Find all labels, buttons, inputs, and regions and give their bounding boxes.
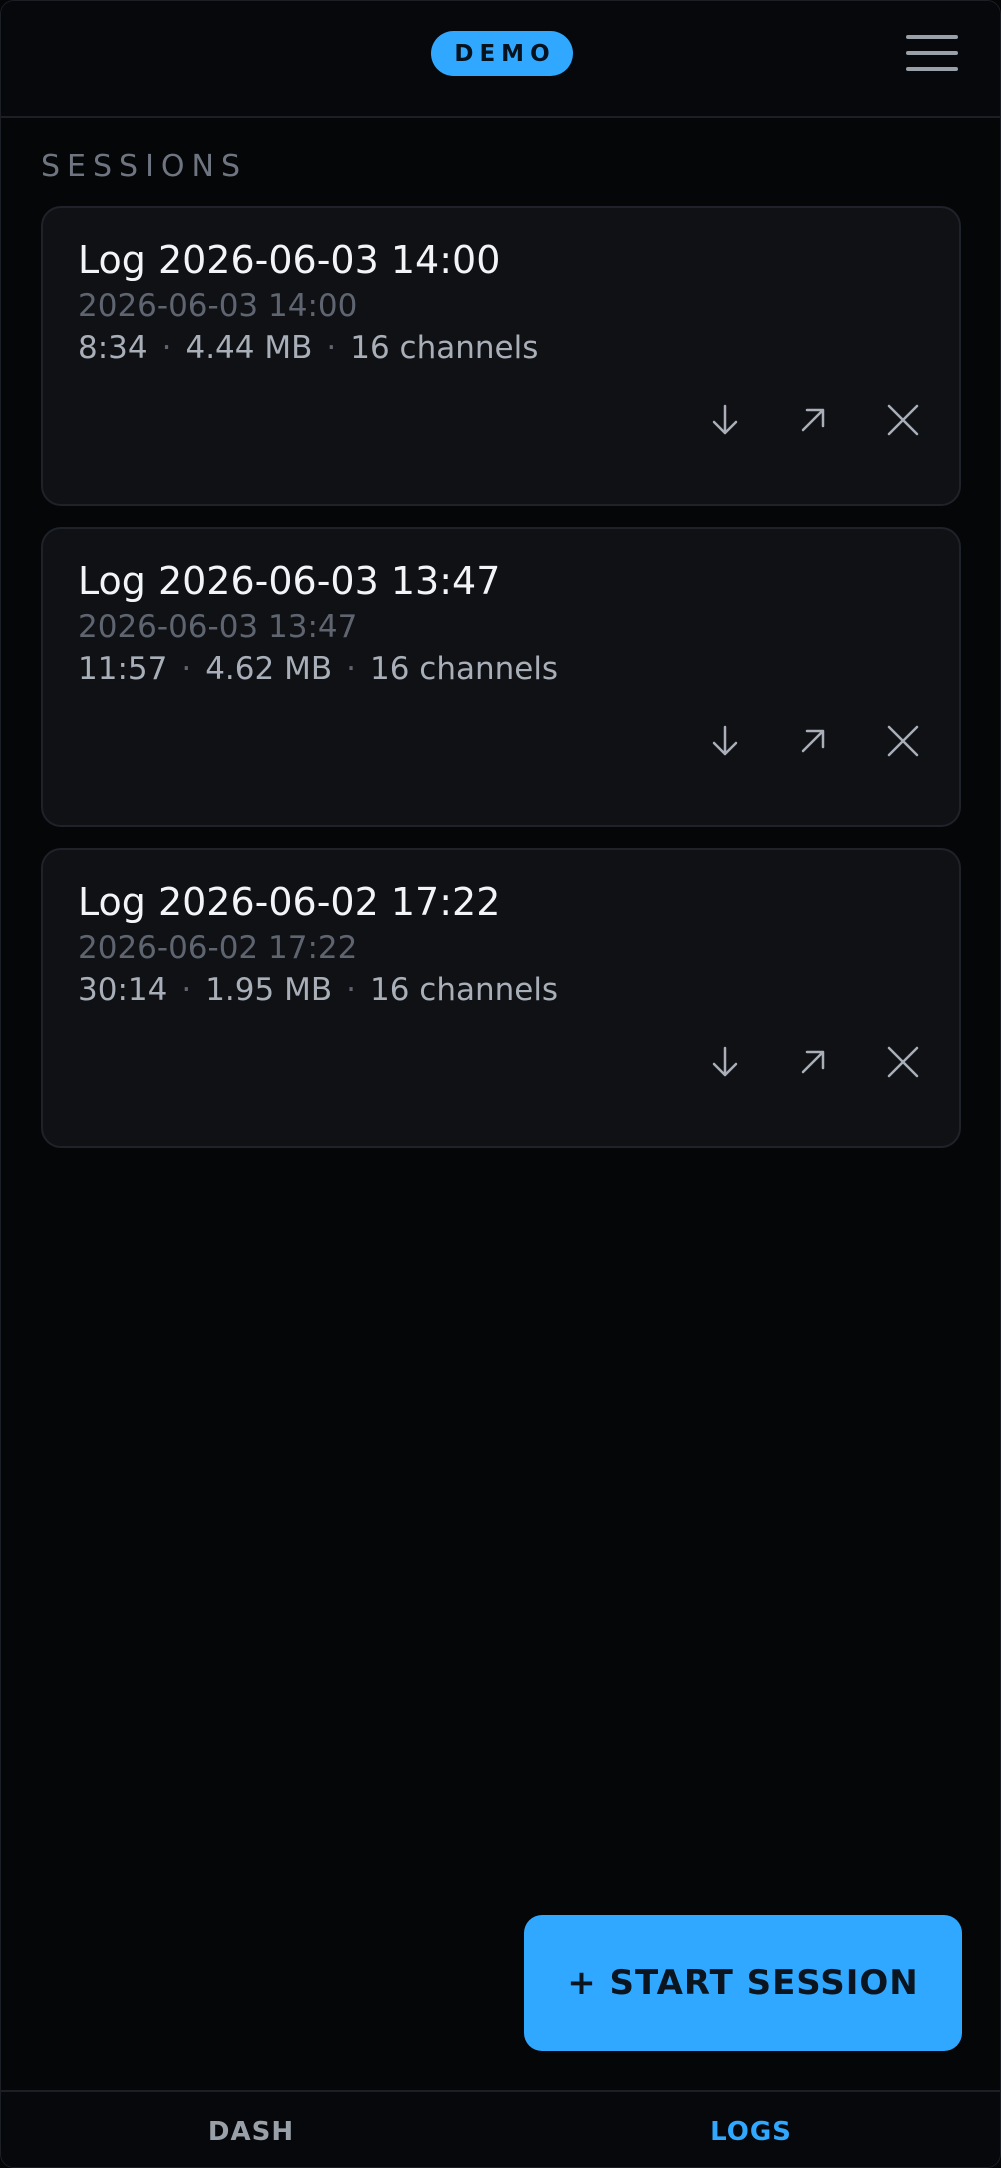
- demo-badge: DEMO: [431, 31, 573, 76]
- top-bar: DEMO: [1, 1, 1000, 118]
- session-title: Log 2026-06-02 17:22: [78, 880, 501, 924]
- delete-icon[interactable]: [881, 719, 925, 763]
- download-icon[interactable]: [703, 1040, 747, 1084]
- session-card[interactable]: Log 2026-06-03 14:00 2026-06-03 14:00 8:…: [41, 206, 961, 506]
- share-icon[interactable]: [791, 719, 835, 763]
- session-title: Log 2026-06-03 14:00: [78, 238, 501, 282]
- session-size: 4.62 MB: [205, 651, 333, 687]
- session-size: 4.44 MB: [185, 330, 313, 366]
- session-size: 1.95 MB: [205, 972, 333, 1008]
- delete-icon[interactable]: [881, 1040, 925, 1084]
- meta-separator: ·: [346, 972, 356, 1008]
- session-date: 2026-06-02 17:22: [78, 930, 358, 966]
- app-window: DEMO SESSIONS Log 2026-06-03 14:00 2026-…: [0, 0, 1001, 2168]
- meta-separator: ·: [181, 972, 192, 1008]
- session-channels: 16 channels: [369, 972, 559, 1008]
- download-icon[interactable]: [703, 719, 747, 763]
- hamburger-menu-icon[interactable]: [906, 33, 958, 73]
- meta-separator: ·: [181, 651, 192, 687]
- session-date: 2026-06-03 14:00: [78, 288, 358, 324]
- meta-separator: ·: [326, 330, 337, 366]
- nav-tab-dash[interactable]: DASH: [1, 2092, 501, 2167]
- session-card[interactable]: Log 2026-06-03 13:47 2026-06-03 13:47 11…: [41, 527, 961, 827]
- delete-icon[interactable]: [881, 398, 925, 442]
- share-icon[interactable]: [791, 398, 835, 442]
- meta-separator: ·: [346, 651, 356, 687]
- session-channels: 16 channels: [369, 651, 559, 687]
- session-duration: 11:57: [78, 651, 168, 687]
- session-date: 2026-06-03 13:47: [78, 609, 358, 645]
- download-icon[interactable]: [703, 398, 747, 442]
- sessions-heading: SESSIONS: [41, 149, 248, 184]
- session-duration: 30:14: [78, 972, 168, 1008]
- session-meta: 11:57 · 4.62 MB · 16 channels: [78, 651, 558, 687]
- session-meta: 8:34 · 4.44 MB · 16 channels: [78, 330, 538, 366]
- session-channels: 16 channels: [350, 330, 539, 366]
- nav-tab-logs[interactable]: LOGS: [501, 2092, 1000, 2167]
- share-icon[interactable]: [791, 1040, 835, 1084]
- session-card[interactable]: Log 2026-06-02 17:22 2026-06-02 17:22 30…: [41, 848, 961, 1148]
- session-title: Log 2026-06-03 13:47: [78, 559, 501, 603]
- start-session-button[interactable]: + START SESSION: [524, 1915, 962, 2051]
- bottom-nav: DASH LOGS: [1, 2090, 1000, 2167]
- session-meta: 30:14 · 1.95 MB · 16 channels: [78, 972, 558, 1008]
- meta-separator: ·: [161, 330, 172, 366]
- session-duration: 8:34: [78, 330, 148, 366]
